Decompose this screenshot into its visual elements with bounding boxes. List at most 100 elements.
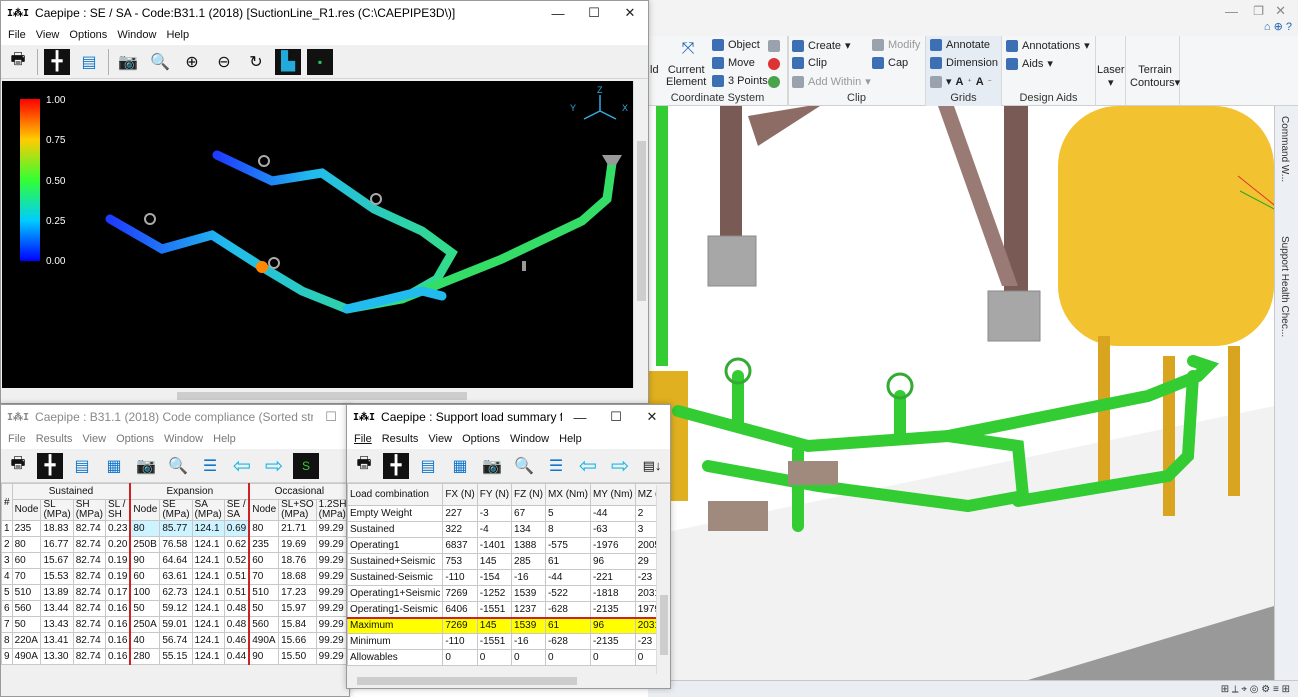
create-button[interactable]: Create ▾ — [792, 39, 851, 52]
arrow-left-icon[interactable]: ⇦ — [229, 453, 255, 479]
horizontal-scrollbar[interactable] — [2, 388, 634, 403]
vertical-scroll-thumb[interactable] — [637, 141, 646, 301]
sl-horizontal-scrollbar[interactable] — [347, 674, 670, 688]
table-row[interactable]: Sustained+Seismic 753 145 285 61 96 29 — [347, 553, 670, 570]
cc-titlebar[interactable]: I⁂I Caepipe : B31.1 (2018) Code complian… — [1, 405, 349, 429]
sl-col-header[interactable]: MX (Nm) — [544, 483, 591, 506]
table-icon[interactable]: ▦ — [447, 453, 473, 479]
zoom-icon[interactable]: 🔍 — [511, 453, 537, 479]
close-button[interactable]: ✕ — [612, 1, 648, 25]
sl-titlebar[interactable]: I⁂I Caepipe : Support load summary for a… — [347, 405, 670, 429]
menu-view[interactable]: View — [31, 29, 65, 41]
table-row[interactable]: Sustained 322 -4 134 8 -63 3 — [347, 521, 670, 538]
annotate-button[interactable]: Annotate — [930, 39, 990, 51]
cc-col-header[interactable]: Node — [11, 499, 42, 521]
zoom-in-icon[interactable]: ⊕ — [179, 49, 205, 75]
sl-col-header[interactable]: MY (Nm) — [589, 483, 636, 506]
table-row[interactable]: 1 235 18.83 82.74 0.23 80 85.77 124.1 0.69 80 21.7… — [1, 520, 349, 537]
zoom-icon[interactable]: 🔍 — [165, 453, 191, 479]
cc-col-header[interactable]: Node — [129, 499, 161, 521]
table-row[interactable]: 3 60 15.67 82.74 0.19 90 64.64 124.1 0.52 60 18.76… — [1, 552, 349, 569]
horizontal-scroll-thumb[interactable] — [177, 392, 467, 400]
object-button[interactable]: Object — [712, 39, 760, 51]
stress-3d-viewport[interactable]: 1.00 0.75 0.50 0.25 0.00 Z Y X — [2, 81, 634, 388]
table-row[interactable]: 7 50 13.43 82.74 0.16 250A 59.01 124.1 0.48 560 15… — [1, 616, 349, 633]
rotate-icon[interactable]: ↻ — [243, 49, 269, 75]
cad-3d-viewport[interactable] — [648, 106, 1274, 680]
arrow-left-icon[interactable]: ⇦ — [575, 453, 601, 479]
cad-close-button[interactable]: ✕ — [1275, 3, 1286, 19]
table-row[interactable]: Sustained-Seismic -110 -154 -16 -44 -221 -23 — [347, 569, 670, 586]
cc-col-header[interactable]: 1.2SH (MPa) — [315, 499, 349, 521]
list-icon[interactable]: ▤ — [415, 453, 441, 479]
table-row[interactable]: 4 70 15.53 82.74 0.19 60 63.61 124.1 0.51 70 18.68… — [1, 568, 349, 585]
camera-icon[interactable]: 📷 — [479, 453, 505, 479]
main-titlebar[interactable]: I⁂I Caepipe : SE / SA - Code:B31.1 (2018… — [1, 1, 648, 25]
cc-col-header[interactable]: SE / SA — [223, 499, 250, 521]
grid-text-size-buttons[interactable]: ▾ A ⁺ A ⁻ — [930, 75, 992, 88]
list-icon[interactable]: ▤ — [69, 453, 95, 479]
sl-vertical-scrollbar[interactable] — [656, 485, 670, 675]
zoom-out-icon[interactable]: ⊖ — [211, 49, 237, 75]
camera-icon[interactable]: 📷 — [133, 453, 159, 479]
menu-options[interactable]: Options — [111, 433, 159, 445]
maximize-button[interactable]: ☐ — [313, 405, 349, 429]
menu-window[interactable]: Window — [112, 29, 161, 41]
cc-col-header[interactable]: Node — [248, 499, 280, 521]
cc-col-header[interactable]: SA (MPa) — [191, 499, 225, 521]
menu-options[interactable]: Options — [64, 29, 112, 41]
zoom-icon[interactable]: 🔍 — [147, 49, 173, 75]
menu-help[interactable]: Help — [208, 433, 241, 445]
ucs-red-icon[interactable] — [768, 58, 780, 70]
minimize-button[interactable]: — — [562, 405, 598, 429]
render-icon[interactable]: ▙ — [275, 48, 301, 75]
table-row[interactable]: 5 510 13.89 82.74 0.17 100 62.73 124.1 0.51 510 17… — [1, 584, 349, 601]
print-icon[interactable]: 🖶 — [5, 453, 31, 479]
sl-hscroll-thumb[interactable] — [357, 677, 577, 685]
modify-button[interactable]: Modify — [872, 39, 920, 51]
close-button[interactable]: ✕ — [634, 405, 670, 429]
table-row[interactable]: 9 490A 13.30 82.74 0.16 280 55.15 124.1 0.44 90 15… — [1, 648, 349, 665]
vertical-scrollbar[interactable] — [633, 81, 648, 388]
three-points-button[interactable]: 3 Points — [712, 75, 768, 87]
list-icon[interactable]: ▤ — [76, 49, 102, 75]
cc-col-header[interactable]: SH (MPa) — [72, 499, 106, 521]
current-element-button[interactable]: Current Element — [666, 64, 706, 88]
menu-results[interactable]: Results — [377, 433, 424, 445]
menu-view[interactable]: View — [77, 433, 111, 445]
table-row[interactable]: 8 220A 13.41 82.74 0.16 40 56.74 124.1 0.46 490A 1… — [1, 632, 349, 649]
menu-view[interactable]: View — [423, 433, 457, 445]
table-row[interactable]: Empty Weight 227 -3 67 5 -44 2 — [347, 505, 670, 522]
results-list-icon[interactable]: ☰ — [197, 453, 223, 479]
menu-help[interactable]: Help — [161, 29, 194, 41]
cc-col-header[interactable]: SL / SH — [104, 499, 131, 521]
menu-results[interactable]: Results — [31, 433, 78, 445]
cap-button[interactable]: Cap — [872, 57, 908, 69]
annotations-button[interactable]: Annotations ▾ — [1006, 39, 1090, 52]
table-row[interactable]: Minimum -110 -1551 -16 -628 -2135 -23 — [347, 633, 670, 650]
terrain-contours-button[interactable]: Terrain Contours▾ — [1130, 64, 1180, 89]
sort-icon[interactable]: ▤↓ — [639, 453, 665, 479]
print-icon[interactable]: 🖶 — [5, 49, 31, 75]
cc-col-header[interactable]: SL+SO (MPa) — [278, 499, 317, 521]
model-icon[interactable]: ╋ — [383, 452, 409, 479]
cad-help-icons[interactable]: ⌂ ⊕ ? — [1264, 20, 1292, 33]
move-button[interactable]: Move — [712, 57, 755, 69]
table-row[interactable]: 6 560 13.44 82.74 0.16 50 59.12 124.1 0.48 50 15.9… — [1, 600, 349, 617]
maximize-button[interactable]: ☐ — [598, 405, 634, 429]
sl-col-header[interactable]: FX (N) — [442, 483, 478, 506]
sl-col-header[interactable]: FZ (N) — [511, 483, 546, 506]
dimension-button[interactable]: Dimension — [930, 57, 998, 69]
camera-icon[interactable]: 📷 — [115, 49, 141, 75]
add-within-button[interactable]: Add Within ▾ — [792, 75, 871, 88]
menu-help[interactable]: Help — [554, 433, 587, 445]
arrow-right-icon[interactable]: ⇨ — [607, 453, 633, 479]
minimize-button[interactable]: — — [540, 1, 576, 25]
laser-button[interactable]: Laser ▾ — [1097, 64, 1125, 89]
command-window-tab[interactable]: Command W... — [1279, 116, 1290, 182]
ribbon-ld-button[interactable]: ld — [650, 64, 659, 76]
menu-file[interactable]: File — [3, 29, 31, 41]
table-row[interactable]: Operating1-Seismic 6406 -1551 1237 -628 -2135… — [347, 601, 670, 619]
model-icon[interactable]: ╋ — [44, 48, 70, 75]
cad-minimize-button[interactable]: — — [1225, 4, 1238, 19]
